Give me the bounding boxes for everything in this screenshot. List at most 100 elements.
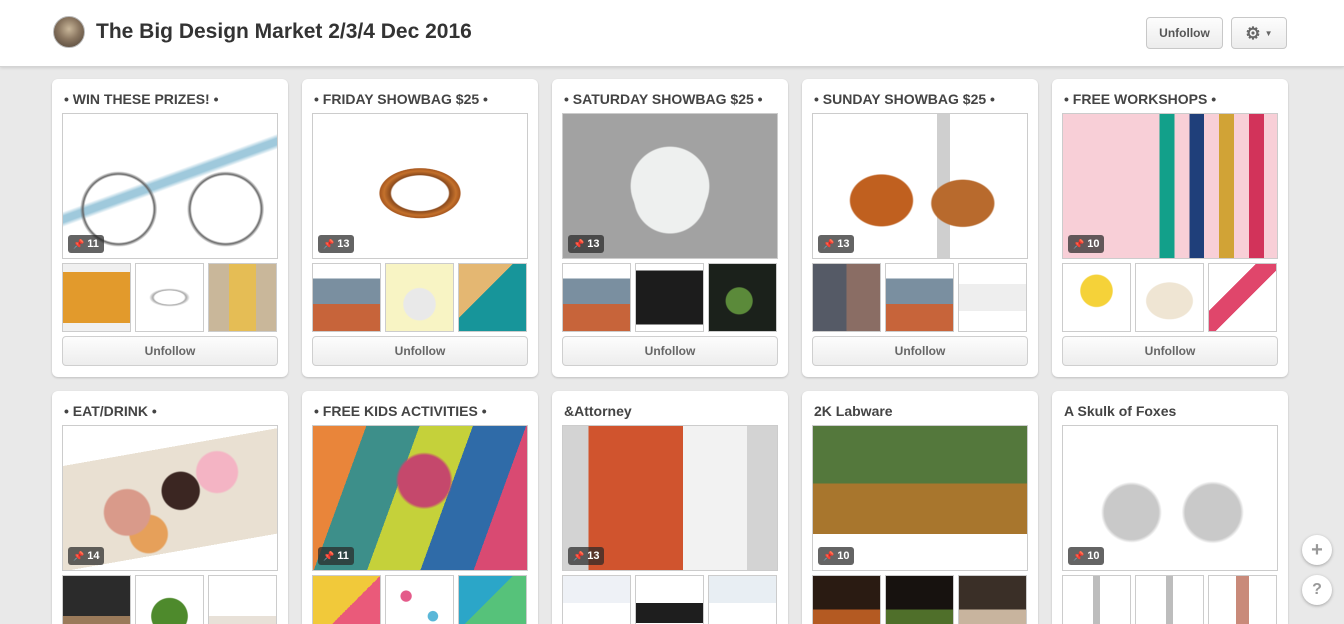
board-cover-image[interactable]: 📌 11 — [312, 425, 528, 571]
board-thumbnail[interactable] — [812, 263, 881, 332]
pin-count-badge: 📌 10 — [818, 547, 855, 565]
pin-count-badge: 📌 10 — [1068, 235, 1105, 253]
board-cover-image[interactable]: 📌 13 — [812, 113, 1028, 259]
pin-icon: 📌 — [323, 238, 335, 249]
pin-icon: 📌 — [573, 550, 585, 561]
pin-icon: 📌 — [323, 550, 335, 561]
pin-count: 14 — [87, 550, 100, 562]
gear-icon: ⚙ — [1245, 23, 1261, 43]
board-thumbnail[interactable] — [958, 575, 1027, 624]
board-unfollow-button[interactable]: Unfollow — [812, 336, 1028, 366]
board-card-title: • WIN THESE PRIZES! • — [64, 91, 219, 107]
board-card[interactable]: 2K Labware 📌 10 — [802, 391, 1038, 624]
pin-icon: 📌 — [1073, 238, 1085, 249]
board-thumbnail[interactable] — [885, 263, 954, 332]
board-cover-image[interactable]: 📌 10 — [812, 425, 1028, 571]
pin-count-badge: 📌 13 — [818, 235, 855, 253]
board-card[interactable]: • FREE KIDS ACTIVITIES • 📌 11 — [302, 391, 538, 624]
board-card-title: • FREE KIDS ACTIVITIES • — [314, 403, 487, 419]
board-thumbnail[interactable] — [385, 575, 454, 624]
pin-count-badge: 📌 10 — [1068, 547, 1105, 565]
board-card[interactable]: • EAT/DRINK • 📌 14 — [52, 391, 288, 624]
board-card[interactable]: • SUNDAY SHOWBAG $25 • 📌 13 Unfollow — [802, 79, 1038, 377]
board-card[interactable]: A Skulk of Foxes 📌 10 — [1052, 391, 1288, 624]
board-unfollow-button[interactable]: Unfollow — [62, 336, 278, 366]
pin-count-badge: 📌 11 — [68, 235, 104, 253]
pin-count-badge: 📌 13 — [568, 235, 605, 253]
pin-icon: 📌 — [1073, 550, 1085, 561]
board-card[interactable]: • WIN THESE PRIZES! • 📌 11 Unfollow — [52, 79, 288, 377]
board-settings-button[interactable]: ⚙ ▼ — [1231, 17, 1287, 49]
add-pin-button[interactable]: + — [1302, 535, 1332, 565]
board-cover-image[interactable]: 📌 13 — [562, 425, 778, 571]
board-title: The Big Design Market 2/3/4 Dec 2016 — [96, 20, 472, 43]
board-unfollow-button[interactable]: Unfollow — [1146, 17, 1223, 49]
board-thumbnail[interactable] — [312, 263, 381, 332]
board-thumbnail[interactable] — [885, 575, 954, 624]
board-thumbnail[interactable] — [708, 575, 777, 624]
pin-count: 13 — [587, 550, 600, 562]
pin-icon: 📌 — [573, 238, 585, 249]
board-unfollow-button[interactable]: Unfollow — [1062, 336, 1278, 366]
board-thumbnail[interactable] — [62, 575, 131, 624]
board-thumbnail[interactable] — [1135, 263, 1204, 332]
board-thumbnail[interactable] — [708, 263, 777, 332]
board-card-title: A Skulk of Foxes — [1064, 403, 1177, 419]
board-thumbnail[interactable] — [635, 263, 704, 332]
board-thumbnail[interactable] — [1135, 575, 1204, 624]
board-card-title: • FRIDAY SHOWBAG $25 • — [314, 91, 488, 107]
board-thumbnail[interactable] — [1062, 575, 1131, 624]
pin-count-badge: 📌 13 — [568, 547, 605, 565]
pin-count: 10 — [1087, 550, 1100, 562]
board-thumbnail[interactable] — [458, 575, 527, 624]
pin-count-badge: 📌 11 — [318, 547, 354, 565]
board-thumbnail[interactable] — [135, 263, 204, 332]
board-card[interactable]: &Attorney 📌 13 — [552, 391, 788, 624]
board-thumbnail[interactable] — [1208, 575, 1277, 624]
board-cover-image[interactable]: 📌 13 — [312, 113, 528, 259]
board-card-title: 2K Labware — [814, 403, 893, 419]
board-owner-avatar[interactable] — [53, 16, 85, 48]
board-thumbnail[interactable] — [1062, 263, 1131, 332]
board-card-title: • SATURDAY SHOWBAG $25 • — [564, 91, 763, 107]
board-thumbnail[interactable] — [458, 263, 527, 332]
pin-count: 13 — [837, 238, 850, 250]
pin-icon: 📌 — [73, 238, 85, 249]
board-cover-image[interactable]: 📌 11 — [62, 113, 278, 259]
board-thumbnail[interactable] — [635, 575, 704, 624]
pin-icon: 📌 — [73, 550, 85, 561]
board-card-title: • SUNDAY SHOWBAG $25 • — [814, 91, 995, 107]
board-cover-image[interactable]: 📌 14 — [62, 425, 278, 571]
board-thumbnail[interactable] — [312, 575, 381, 624]
pin-count: 10 — [1087, 238, 1100, 250]
board-thumbnail[interactable] — [562, 263, 631, 332]
board-unfollow-button[interactable]: Unfollow — [562, 336, 778, 366]
board-thumbnail[interactable] — [135, 575, 204, 624]
board-card[interactable]: • FREE WORKSHOPS • 📌 10 Unfollow — [1052, 79, 1288, 377]
board-thumbnail[interactable] — [562, 575, 631, 624]
board-thumbnail[interactable] — [62, 263, 131, 332]
board-thumbnail[interactable] — [812, 575, 881, 624]
pin-count: 11 — [337, 550, 349, 562]
board-thumbnail[interactable] — [385, 263, 454, 332]
chevron-down-icon: ▼ — [1264, 28, 1273, 38]
board-unfollow-button[interactable]: Unfollow — [312, 336, 528, 366]
board-card-title: • FREE WORKSHOPS • — [1064, 91, 1217, 107]
pin-icon: 📌 — [823, 550, 835, 561]
board-thumbnail[interactable] — [958, 263, 1027, 332]
board-card[interactable]: • FRIDAY SHOWBAG $25 • 📌 13 Unfollow — [302, 79, 538, 377]
pin-count: 13 — [587, 238, 600, 250]
pin-count-badge: 📌 14 — [68, 547, 105, 565]
board-card-title: • EAT/DRINK • — [64, 403, 157, 419]
board-header: The Big Design Market 2/3/4 Dec 2016 Unf… — [0, 0, 1344, 67]
board-thumbnail[interactable] — [208, 263, 277, 332]
board-thumbnail[interactable] — [1208, 263, 1277, 332]
pin-count-badge: 📌 13 — [318, 235, 355, 253]
board-card-title: &Attorney — [564, 403, 632, 419]
board-cover-image[interactable]: 📌 10 — [1062, 113, 1278, 259]
board-cover-image[interactable]: 📌 10 — [1062, 425, 1278, 571]
board-cover-image[interactable]: 📌 13 — [562, 113, 778, 259]
board-thumbnail[interactable] — [208, 575, 277, 624]
help-button[interactable]: ? — [1302, 575, 1332, 605]
board-card[interactable]: • SATURDAY SHOWBAG $25 • 📌 13 Unfollow — [552, 79, 788, 377]
